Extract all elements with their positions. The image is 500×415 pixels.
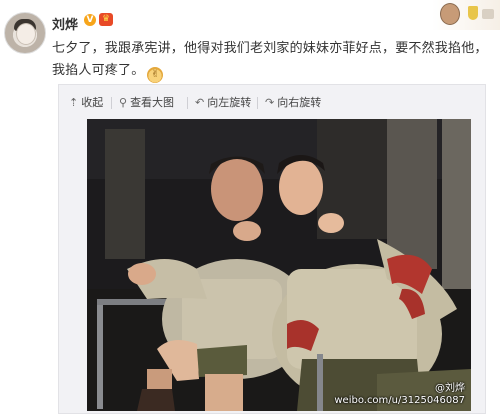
magnifier-icon: ⚲: [119, 96, 128, 109]
collapse-button[interactable]: ⇡ 收起: [69, 95, 103, 111]
corner-box-icon: [482, 9, 494, 19]
ok-hand-emoji-icon: ✌: [147, 67, 164, 83]
toolbar-divider: [187, 97, 188, 109]
photo-watermark: @刘烨 weibo.com/u/3125046087: [334, 383, 465, 407]
toolbar-divider: [111, 97, 112, 109]
view-large-label: 查看大图: [130, 96, 175, 109]
username[interactable]: 刘烨: [52, 14, 78, 33]
corner-trophy-icon: [468, 6, 478, 20]
rotate-left-label: 向左旋转: [207, 96, 252, 109]
watermark-name: @刘烨: [435, 383, 465, 394]
rotate-left-button[interactable]: ↶ 向左旋转: [195, 95, 251, 111]
corner-person-icon: [440, 3, 460, 25]
corner-decoration-image: [432, 0, 500, 30]
toolbar-divider: [257, 97, 258, 109]
photo-illustration: [87, 119, 471, 411]
vip-crown-icon[interactable]: ♛: [99, 13, 113, 26]
media-box: ⇡ 收起 ⚲ 查看大图 ↶ 向左旋转 ↷ 向右旋转 @刘烨 weibo.com/…: [58, 84, 486, 414]
rotate-right-button[interactable]: ↷ 向右旋转: [265, 95, 321, 111]
verified-badge-icon: V: [84, 14, 96, 26]
rotate-right-label: 向右旋转: [277, 96, 322, 109]
rotate-left-icon: ↶: [195, 96, 205, 109]
watermark-url: weibo.com/u/3125046087: [334, 395, 465, 406]
avatar-face: [16, 23, 36, 45]
post-body: 七夕了，我跟承宪讲，他得对我们老刘家的妹妹亦菲好点，要不然我掐他，我掐人可疼了。: [52, 41, 488, 78]
arrow-up-icon: ⇡: [69, 96, 79, 109]
post-photo[interactable]: @刘烨 weibo.com/u/3125046087: [87, 119, 471, 411]
user-avatar[interactable]: [4, 12, 46, 54]
image-toolbar: ⇡ 收起 ⚲ 查看大图 ↶ 向左旋转 ↷ 向右旋转: [59, 85, 485, 119]
rotate-right-icon: ↷: [265, 96, 275, 109]
view-large-button[interactable]: ⚲ 查看大图: [119, 95, 174, 111]
collapse-label: 收起: [81, 96, 104, 109]
post-text: 七夕了，我跟承宪讲，他得对我们老刘家的妹妹亦菲好点，要不然我掐他，我掐人可疼了。…: [52, 38, 492, 83]
